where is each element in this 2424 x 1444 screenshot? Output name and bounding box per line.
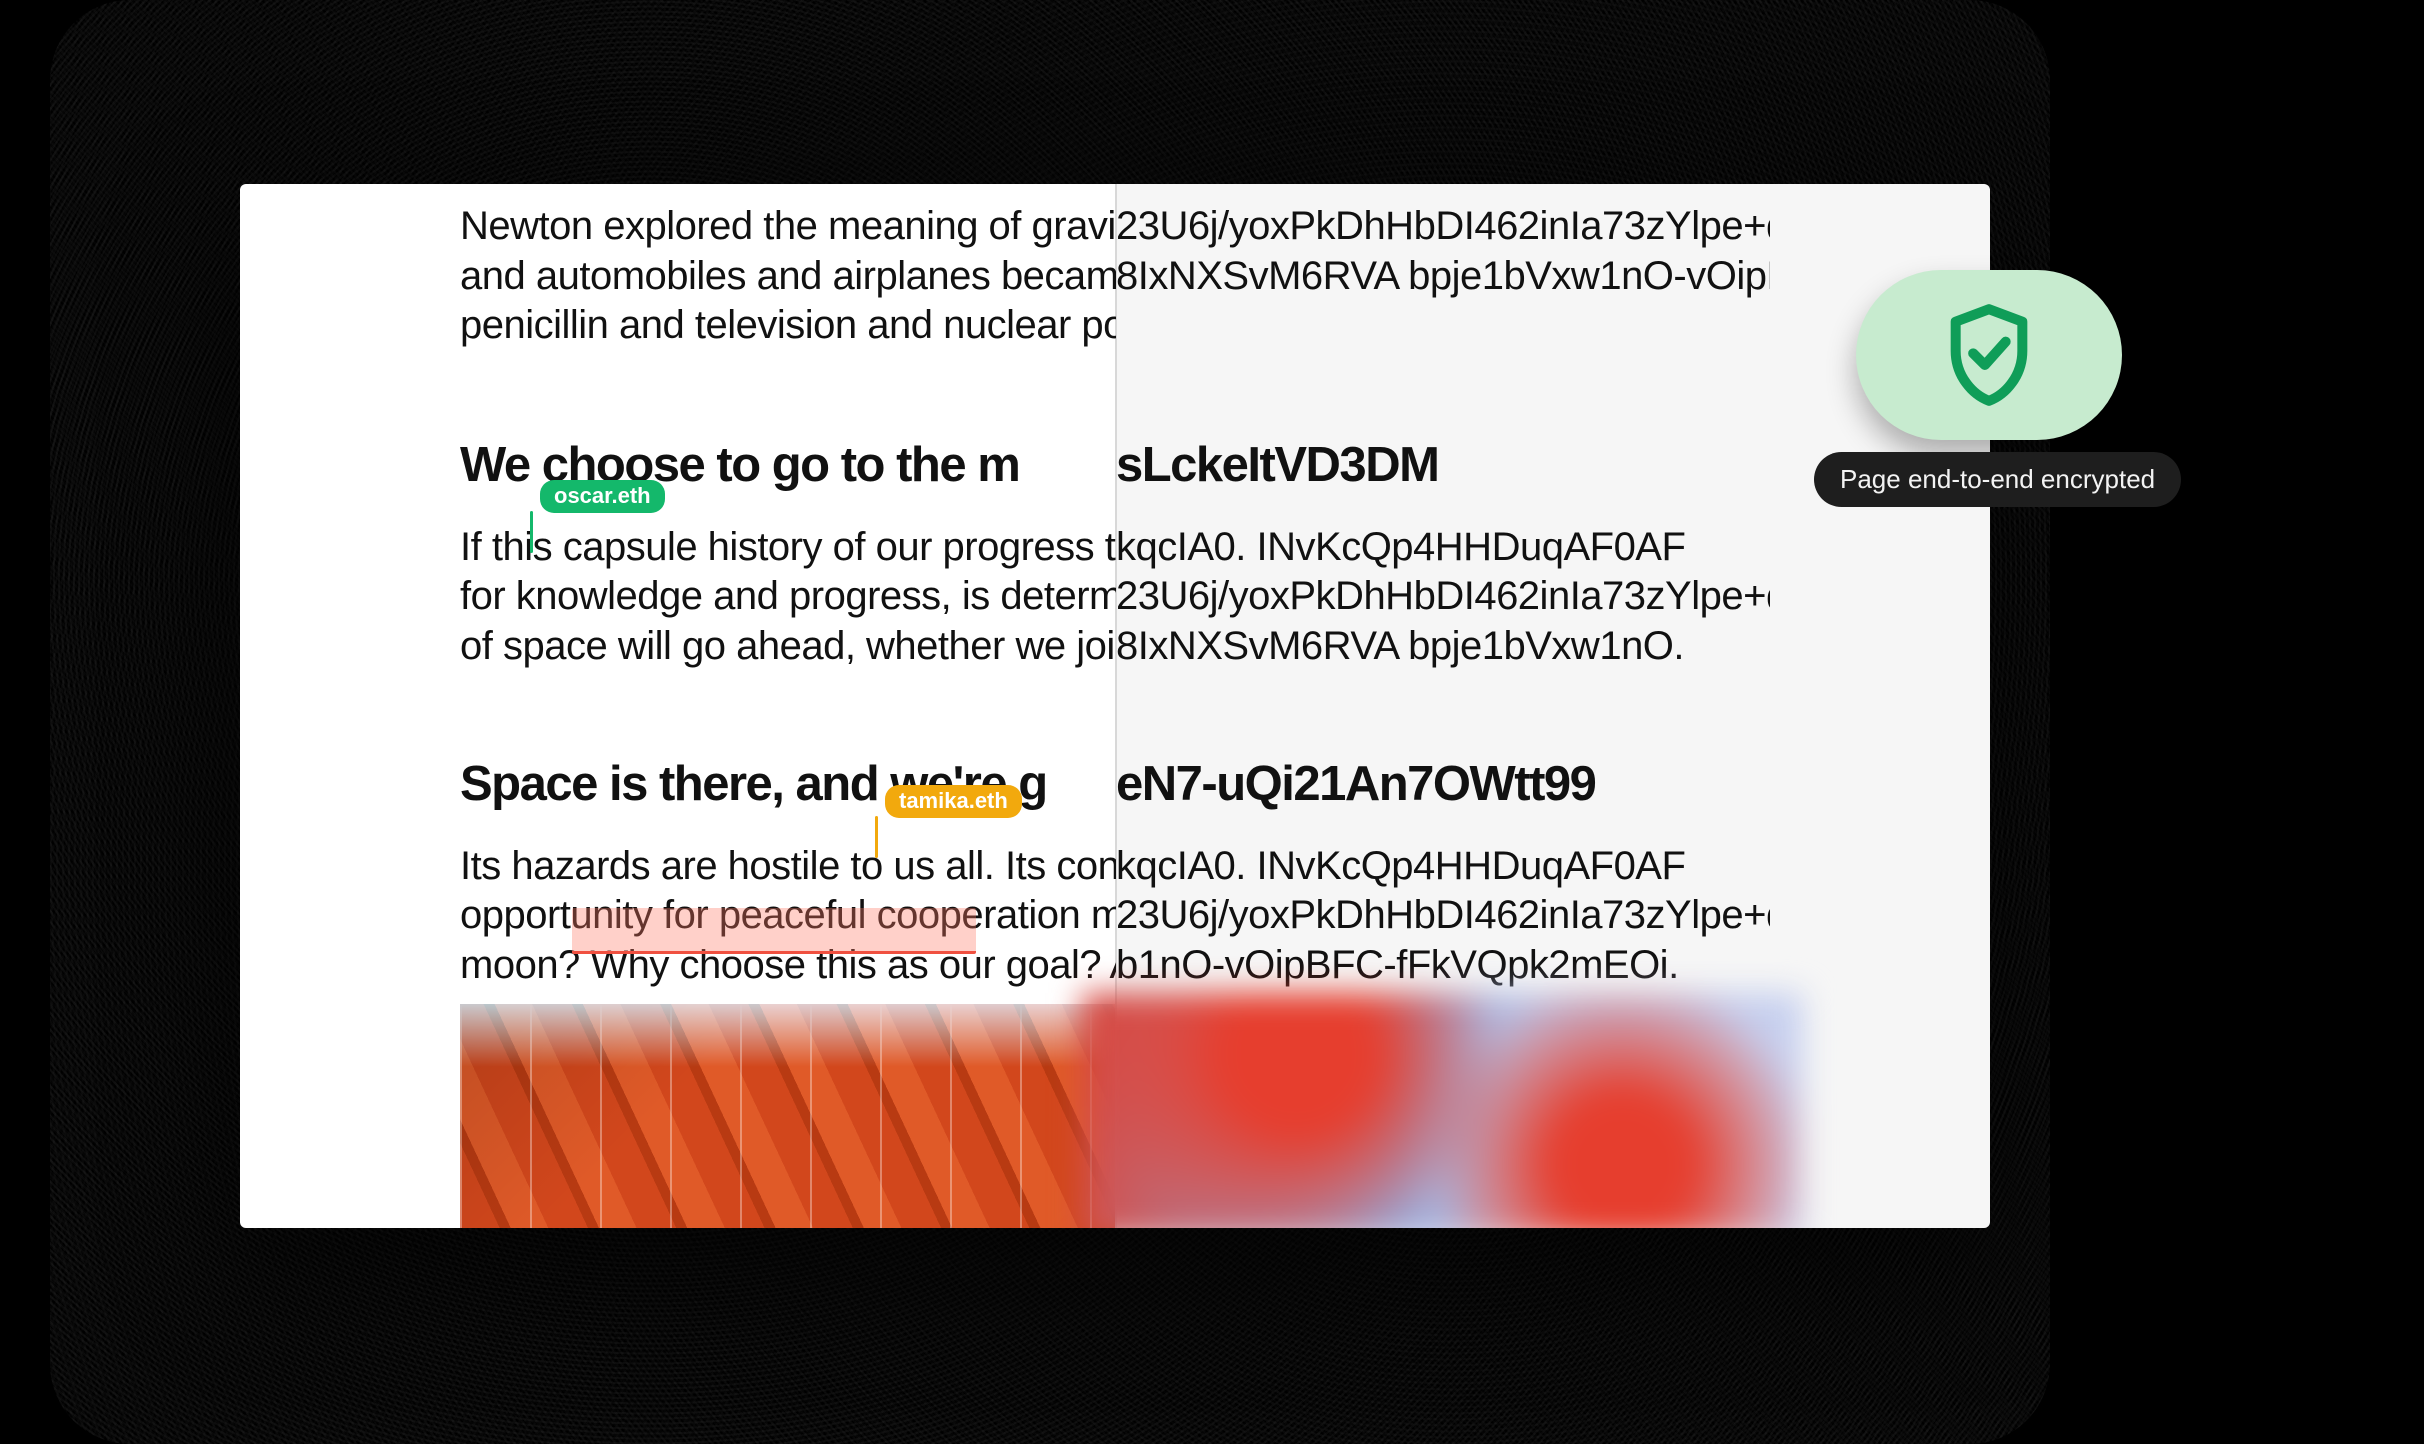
text-encrypted: kqcIA0. INvKcQp4HHDuqAF0AF bbox=[1116, 842, 1770, 892]
text-plain: If this capsule history of our progress … bbox=[460, 523, 1116, 573]
text-encrypted: 23U6j/yoxPkDhHbDI462inIa73zYlpe+qeZ bbox=[1116, 202, 1770, 252]
paragraph-1: If this capsule history of our progress … bbox=[460, 523, 1770, 672]
text-plain: for knowledge and progress, is determine… bbox=[460, 572, 1116, 622]
text-plain: penicillin and television and nuclear po… bbox=[460, 301, 1116, 351]
heading-encrypted: eN7-uQi21An7OWtt99 bbox=[1116, 756, 1770, 812]
image-structure bbox=[460, 1004, 1115, 1228]
intro-paragraph: Newton explored the meaning of gravity. … bbox=[460, 202, 1770, 351]
collaborator-badge-tamika[interactable]: tamika.eth bbox=[885, 785, 1022, 818]
text-plain: of space will go ahead, whether we join … bbox=[460, 622, 1116, 672]
collaborator-caret-oscar bbox=[530, 511, 533, 553]
image-blurred bbox=[1082, 993, 1803, 1228]
image-strip bbox=[460, 1004, 1770, 1228]
document-card: Newton explored the meaning of gravity. … bbox=[240, 184, 1990, 1228]
text-encrypted: kqcIA0. INvKcQp4HHDuqAF0AF bbox=[1116, 523, 1770, 573]
text-encrypted: 23U6j/yoxPkDhHbDI462inIa73zYlpe+qeZ bbox=[1116, 891, 1770, 941]
heading-encrypted: sLckeItVD3DM bbox=[1116, 437, 1770, 493]
text-highlight[interactable] bbox=[572, 908, 976, 954]
heading-space: Space is there, and we're g eN7-uQi21An7… bbox=[460, 756, 1770, 812]
text-plain: Newton explored the meaning of gravity. … bbox=[460, 202, 1116, 252]
collaborator-badge-oscar[interactable]: oscar.eth bbox=[540, 480, 665, 513]
encryption-badge[interactable] bbox=[1856, 270, 2122, 440]
text-encrypted: 8IxNXSvM6RVA bpje1bVxw1nO. bbox=[1116, 622, 1770, 672]
collaborator-caret-tamika bbox=[875, 816, 878, 858]
text-encrypted bbox=[1116, 301, 1770, 351]
document-content: Newton explored the meaning of gravity. … bbox=[460, 184, 1770, 990]
encryption-label: Page end-to-end encrypted bbox=[1814, 452, 2181, 507]
text-plain: Its hazards are hostile to us all. Its c… bbox=[460, 842, 1116, 892]
text-encrypted: 23U6j/yoxPkDhHbDI462inIa73zYlpe+qeZ bbox=[1116, 572, 1770, 622]
text-encrypted: 8IxNXSvM6RVA bpje1bVxw1nO-vOipBF bbox=[1116, 252, 1770, 302]
text-encrypted: b1nO-vOipBFC-fFkVQpk2mEOi. bbox=[1116, 941, 1770, 991]
shield-check-icon bbox=[1939, 300, 2039, 410]
text-plain: and automobiles and airplanes became ava bbox=[460, 252, 1116, 302]
